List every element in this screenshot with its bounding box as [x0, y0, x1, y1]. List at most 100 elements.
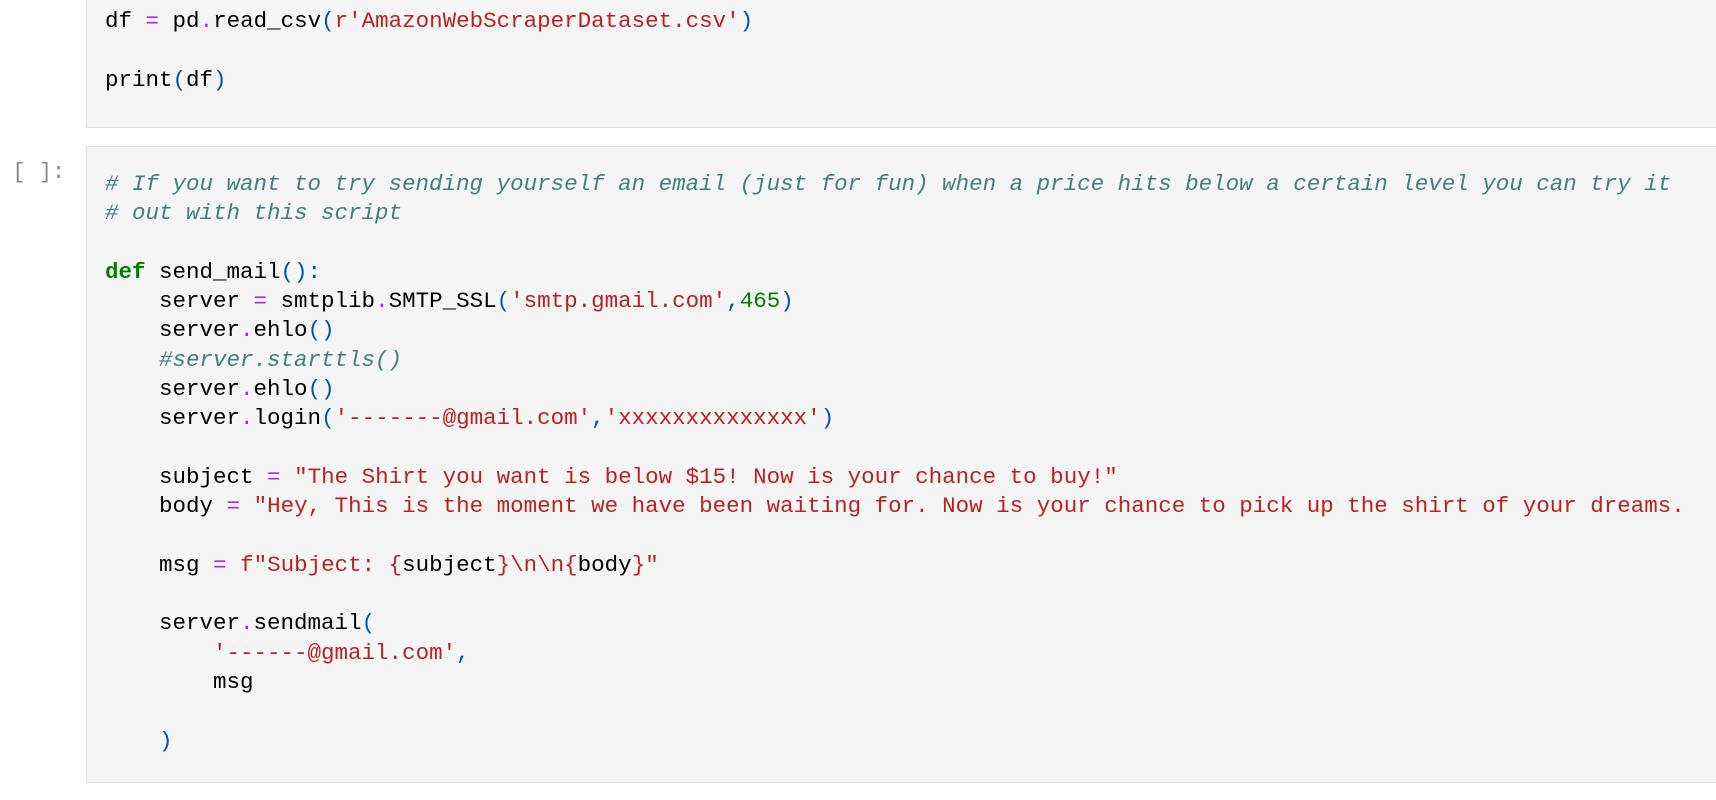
code-token: , [726, 288, 740, 315]
code-token: () [307, 376, 335, 403]
code-token: = [213, 551, 227, 578]
code-token: , [591, 405, 605, 432]
code-token: . [240, 405, 254, 432]
code-token: ( [321, 405, 335, 432]
code-token: . [199, 8, 214, 34]
code-token: ( [361, 610, 376, 637]
code-line: server.ehlo() [105, 375, 1685, 404]
code-cell-1[interactable]: df = pd.read_csv(r'AmazonWebScraperDatas… [0, 0, 1716, 130]
code-token: f"Subject: [240, 551, 389, 578]
cell-2-prompt: n [ ]: [12, 160, 66, 185]
code-token: ehlo [253, 317, 308, 344]
code-line: server.sendmail( [105, 609, 1685, 638]
code-token: = [267, 463, 281, 490]
code-token: server [105, 405, 241, 432]
code-line: ) [105, 727, 1685, 756]
code-token: ) [213, 66, 227, 93]
code-token: pd [159, 8, 200, 34]
code-token: . [240, 376, 254, 403]
code-line: msg = f"Subject: {subject}\n\n{body}" [105, 551, 1685, 580]
code-token: subject [402, 551, 497, 578]
code-token: "Hey, This is the moment we have been wa… [253, 493, 1685, 520]
code-line: subject = "The Shirt you want is below $… [105, 463, 1685, 492]
code-token: . [375, 288, 389, 315]
code-token: 'xxxxxxxxxxxxxx' [604, 405, 821, 432]
code-token: server [105, 317, 241, 344]
code-token: '-------@gmail.com' [334, 405, 592, 432]
code-token: ) [780, 288, 794, 315]
code-token: "The Shirt you want is below $15! Now is… [294, 463, 1118, 490]
code-token: #server.starttls() [105, 346, 403, 373]
code-token: ( [496, 288, 511, 315]
code-token: # If you want to try sending yourself an… [105, 171, 1672, 197]
code-token: sendmail [253, 610, 362, 637]
code-line: def send_mail(): [105, 258, 1685, 287]
code-line: server.ehlo() [105, 316, 1685, 345]
code-token: '------@gmail.com' [213, 639, 457, 666]
code-token: = [253, 288, 268, 315]
code-token: msg [105, 551, 214, 578]
code-token: login [253, 405, 322, 432]
code-cell-2[interactable]: n [ ]: # If you want to try sending your… [0, 146, 1716, 786]
code-token: " [645, 551, 659, 578]
code-token: r'AmazonWebScraperDataset.csv' [334, 8, 740, 34]
code-line: server = smtplib.SMTP_SSL('smtp.gmail.co… [105, 287, 1685, 316]
code-token: ( [321, 8, 335, 34]
code-token: = [226, 493, 241, 520]
code-token: } [631, 551, 646, 578]
code-token: df [105, 8, 146, 34]
cell-2-input-area[interactable]: # If you want to try sending yourself an… [86, 146, 1716, 783]
code-token: . [240, 610, 254, 637]
code-token: server [105, 288, 254, 315]
code-token: send_mail [145, 258, 281, 285]
code-token: SMTP_SSL [388, 288, 497, 315]
code-token: server [105, 610, 241, 637]
code-token: msg [105, 669, 254, 696]
cell-1-code[interactable]: df = pd.read_csv(r'AmazonWebScraperDatas… [105, 7, 753, 95]
code-token: (): [280, 258, 322, 285]
code-token: = [145, 8, 160, 34]
code-token: ) [739, 8, 754, 34]
code-token: ) [820, 405, 835, 432]
code-token: body [105, 493, 227, 520]
code-token: subject [105, 463, 268, 490]
code-token: read_csv [213, 8, 322, 34]
code-line: #server.starttls() [105, 346, 1685, 375]
code-token: print [105, 66, 173, 93]
code-token: { [388, 551, 403, 578]
code-token: \n\n [510, 551, 565, 578]
code-token: () [307, 317, 335, 344]
code-line: body = "Hey, This is the moment we have … [105, 492, 1685, 521]
code-token: } [496, 551, 511, 578]
code-token: df [186, 66, 214, 93]
code-line: print(df) [105, 66, 753, 95]
code-token: 465 [739, 288, 781, 315]
cell-1-input-area[interactable]: df = pd.read_csv(r'AmazonWebScraperDatas… [86, 0, 1716, 128]
code-token: body [577, 551, 632, 578]
code-line: msg [105, 668, 1685, 697]
code-line: server.login('-------@gmail.com','xxxxxx… [105, 404, 1685, 433]
code-token: . [240, 317, 254, 344]
code-line: # out with this script [105, 199, 1685, 228]
code-line: # If you want to try sending yourself an… [105, 170, 1685, 199]
code-token: , [456, 639, 470, 666]
code-token: ) [159, 727, 173, 754]
code-token: smtplib [267, 288, 376, 315]
code-line: df = pd.read_csv(r'AmazonWebScraperDatas… [105, 7, 753, 36]
code-token: # out with this script [105, 200, 403, 227]
cell-2-code[interactable]: # If you want to try sending yourself an… [105, 170, 1685, 756]
code-token: server [105, 376, 241, 403]
code-token: { [564, 551, 578, 578]
code-line: '------@gmail.com', [105, 639, 1685, 668]
